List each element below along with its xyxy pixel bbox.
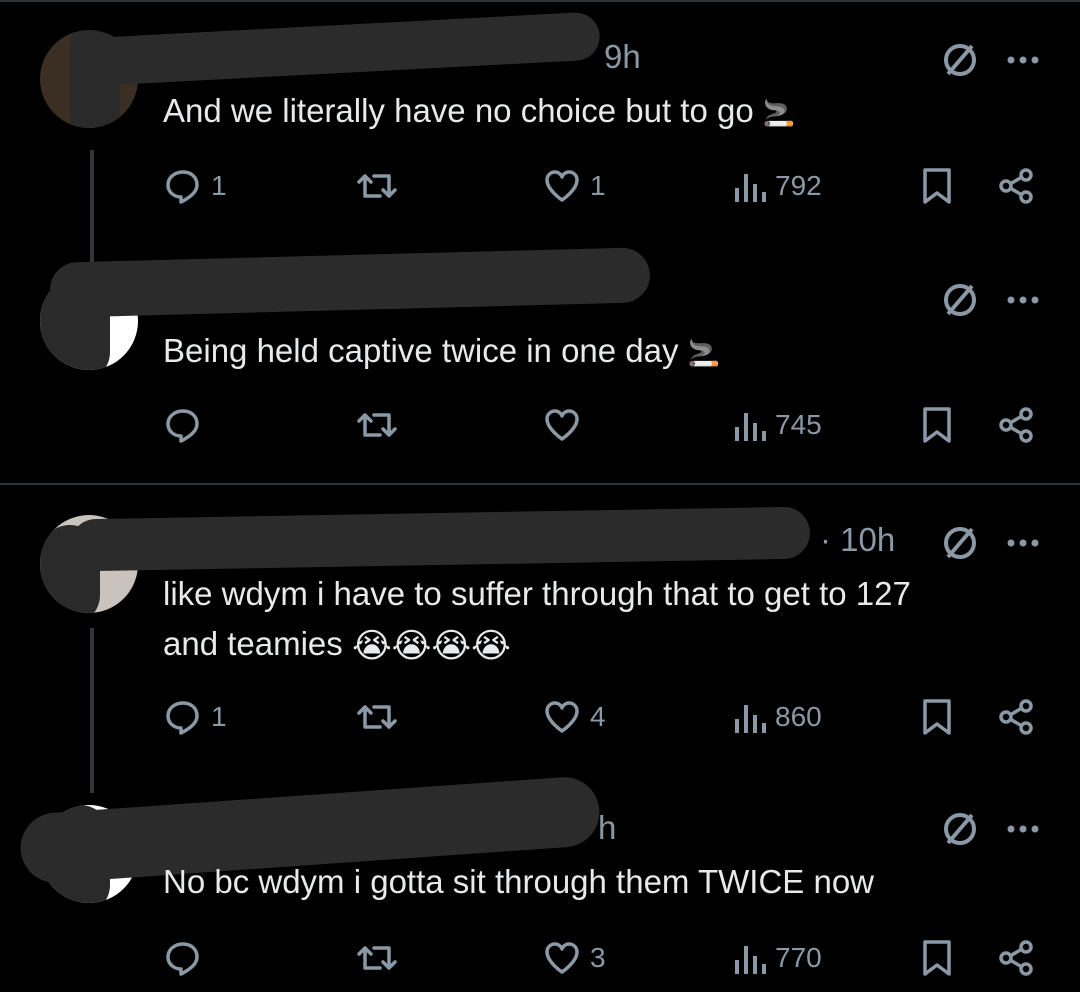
reply-icon [166,409,199,443]
repost-button[interactable] [356,166,398,206]
share-icon [999,699,1033,735]
post[interactable]: Being held captive twice in one day 🚬 74… [0,247,1080,483]
repost-icon [357,705,397,729]
like-count: 3 [590,942,606,973]
post[interactable]: · 10h like wdym i have to suffer through… [0,485,1080,775]
reply-button[interactable] [163,405,211,445]
bookmark-icon [923,168,951,204]
like-button[interactable]: 3 [542,938,606,978]
cigarette-emoji: 🚬 [762,98,796,129]
like-icon [545,701,579,733]
cigarette-emoji: 🚬 [687,338,721,369]
grok-icon[interactable] [940,280,980,320]
views-button[interactable]: 770 [733,938,822,978]
post-actions: 1 1 792 [0,166,1080,216]
more-icon[interactable] [1006,538,1040,548]
redacted-username [49,247,651,318]
post-actions: 745 [0,405,1080,455]
reply-button[interactable]: 1 [163,166,227,206]
repost-button[interactable] [356,405,398,445]
views-button[interactable]: 745 [733,405,822,445]
reply-count: 1 [211,170,227,201]
post-text-line: like wdym i have to suffer through that … [163,575,911,612]
repost-icon [357,413,397,437]
views-button[interactable]: 792 [733,166,822,206]
like-button[interactable]: 1 [542,166,606,206]
view-count: 792 [775,170,822,201]
share-button[interactable] [996,405,1036,445]
like-icon [545,409,579,441]
share-icon [999,940,1033,976]
post-header-actions [940,523,1040,563]
views-icon [735,705,766,733]
bookmark-icon [923,699,951,735]
more-icon[interactable] [1006,824,1040,834]
post[interactable]: 9h And we literally have no choice but t… [0,0,1080,250]
repost-icon [357,946,397,970]
post-header-actions [940,809,1040,849]
views-icon [735,946,766,974]
views-button[interactable]: 860 [733,697,822,737]
post-text: like wdym i have to suffer through that … [163,569,911,671]
post-time[interactable]: 9h [604,38,641,76]
share-icon [999,407,1033,443]
redacted-username [79,11,601,87]
like-count: 4 [590,701,606,732]
bookmark-button[interactable] [920,405,954,445]
bookmark-button[interactable] [920,938,954,978]
views-icon [735,174,766,202]
repost-icon [357,174,397,198]
post-text: Being held captive twice in one day 🚬 [163,326,720,378]
like-icon [545,942,579,974]
bookmark-button[interactable] [920,697,954,737]
post-text-content: No bc wdym i gotta sit through them TWIC… [163,863,874,900]
share-button[interactable] [996,166,1036,206]
view-count: 860 [775,701,822,732]
like-button[interactable]: 4 [542,697,606,737]
grok-icon[interactable] [940,40,980,80]
post-actions: 1 4 860 [0,697,1080,747]
share-icon [999,168,1033,204]
view-count: 770 [775,942,822,973]
reply-icon [166,701,199,735]
post-actions: 3 770 [0,938,1080,988]
reply-button[interactable] [163,938,211,978]
repost-button[interactable] [356,938,398,978]
bookmark-icon [923,940,951,976]
post-text-content: and teamies [163,625,343,662]
post-header-actions [940,280,1040,320]
reply-icon [166,170,199,204]
more-icon[interactable] [1006,295,1040,305]
more-icon[interactable] [1006,55,1040,65]
bookmark-button[interactable] [920,166,954,206]
like-count: 1 [590,170,606,201]
post-text: No bc wdym i gotta sit through them TWIC… [163,857,874,907]
redacted-username [69,506,811,572]
post-header-actions [940,40,1040,80]
bookmark-icon [923,407,951,443]
repost-button[interactable] [356,697,398,737]
like-icon [545,170,579,202]
post-text-content: Being held captive twice in one day [163,332,679,369]
reply-button[interactable]: 1 [163,697,227,737]
view-count: 745 [775,409,822,440]
grok-icon[interactable] [940,809,980,849]
post[interactable]: h No bc wdym i gotta sit through them TW… [0,774,1080,992]
post-time[interactable]: · 10h [820,521,895,559]
post-text-line: and teamies 😭😭😭😭 [163,619,911,671]
grok-icon[interactable] [940,523,980,563]
like-button[interactable] [542,405,590,445]
reply-count: 1 [211,701,227,732]
post-text: And we literally have no choice but to g… [163,86,795,138]
views-icon [735,413,766,441]
share-button[interactable] [996,697,1036,737]
post-text-content: And we literally have no choice but to g… [163,92,754,129]
crying-emoji: 😭😭😭😭 [351,627,511,666]
reply-icon [166,942,199,976]
post-time[interactable]: h [598,809,616,847]
share-button[interactable] [996,938,1036,978]
